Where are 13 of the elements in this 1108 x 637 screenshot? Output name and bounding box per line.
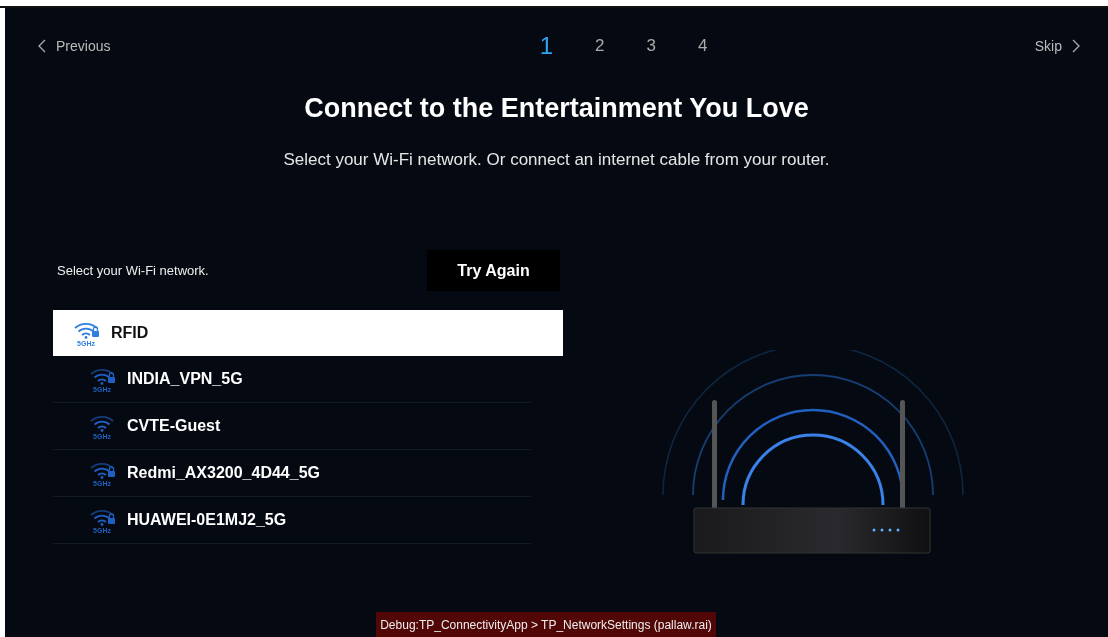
skip-button[interactable]: Skip bbox=[1034, 38, 1080, 54]
step-tab[interactable]: 3 bbox=[646, 36, 657, 56]
step-tab[interactable]: 1 bbox=[539, 32, 554, 60]
step-tab[interactable]: 2 bbox=[595, 36, 605, 56]
chevron-left-icon bbox=[38, 39, 46, 53]
page-subtitle: Select your Wi-Fi network. Or connect an internet cable from your router. bbox=[282, 150, 831, 170]
previous-button[interactable]: Previous bbox=[38, 38, 111, 54]
page-title: Connect to the Entertainment You Love bbox=[303, 93, 810, 124]
try-again-button[interactable]: Try Again bbox=[427, 250, 560, 291]
chevron-right-icon bbox=[1072, 39, 1080, 53]
step-tab[interactable]: 4 bbox=[698, 36, 708, 56]
debug-banner: Debug:TP_ConnectivityApp > TP_NetworkSettings (pallaw.rai) bbox=[376, 612, 716, 637]
list-label: Select your Wi-Fi network. bbox=[56, 263, 209, 278]
